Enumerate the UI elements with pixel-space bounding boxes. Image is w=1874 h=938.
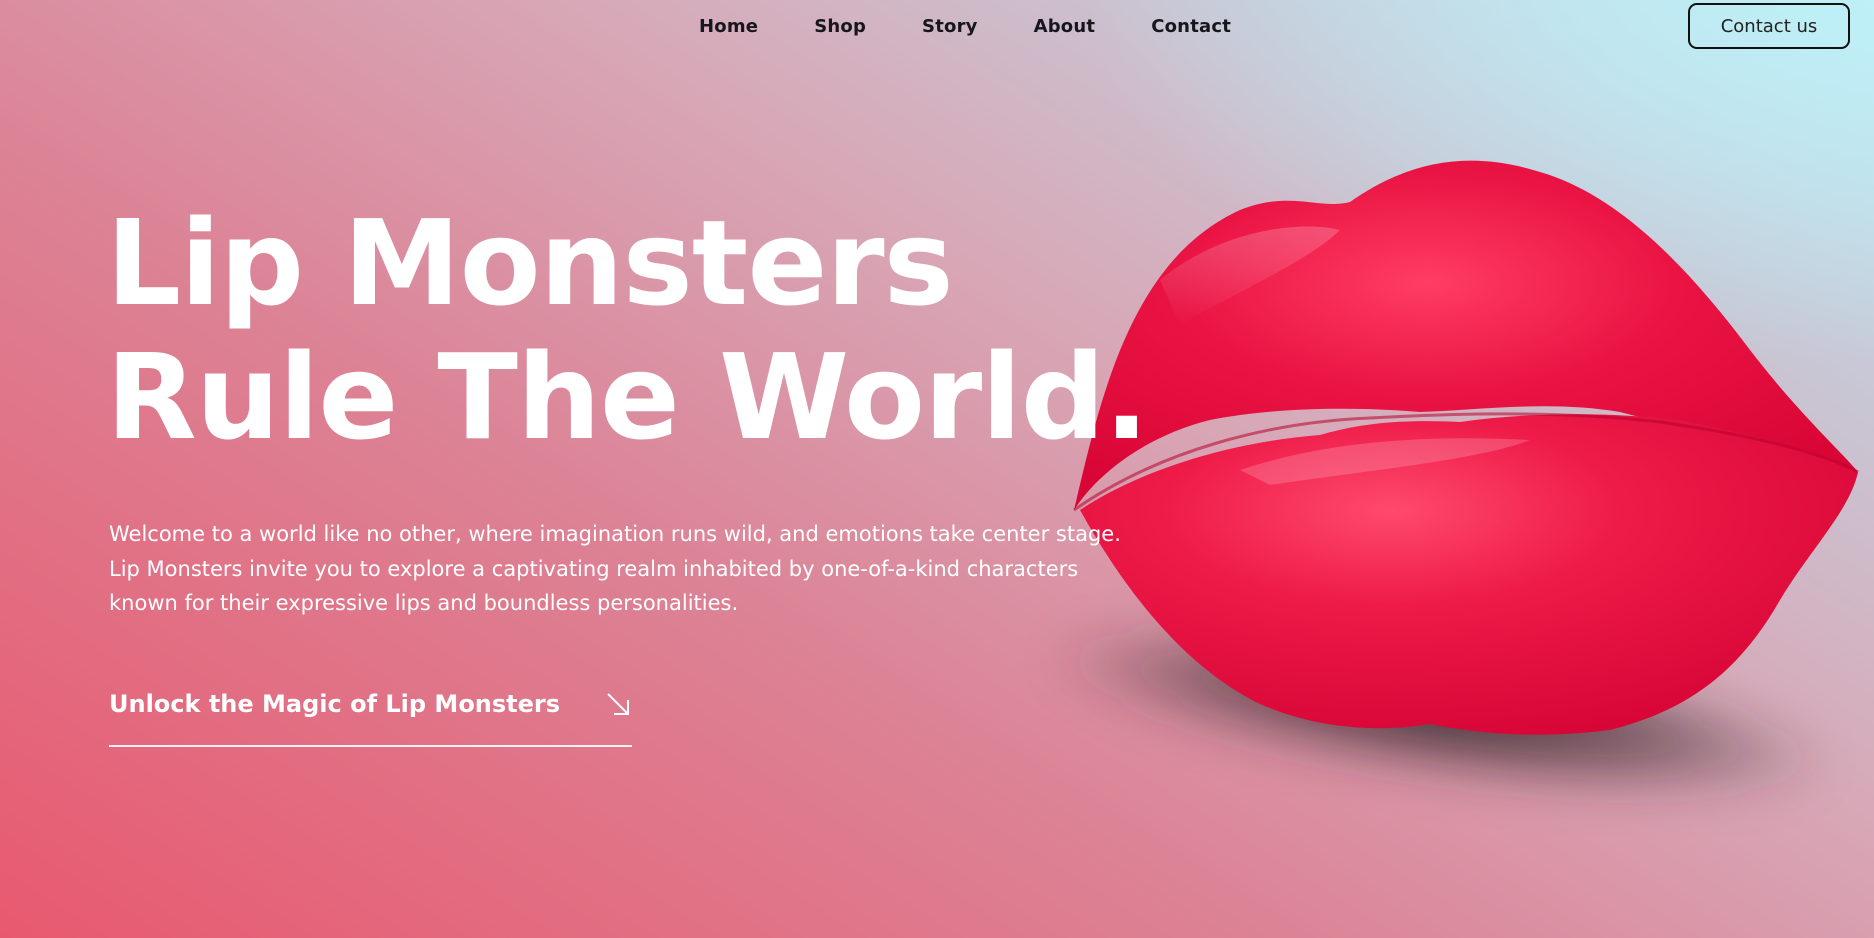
hero-title: Lip Monsters Rule The World.: [106, 194, 1149, 466]
hero-title-line-1: Lip Monsters: [106, 194, 954, 332]
hero-title-line-2: Rule The World.: [106, 328, 1149, 466]
contact-us-button[interactable]: Contact us: [1688, 3, 1850, 49]
nav-link-shop[interactable]: Shop: [814, 15, 866, 39]
landing-page: Home Shop Story About Contact Contact us: [0, 0, 1874, 938]
nav-link-home[interactable]: Home: [699, 15, 758, 39]
nav-link-story[interactable]: Story: [922, 15, 978, 39]
hero-description: Welcome to a world like no other, where …: [109, 517, 1249, 621]
hero-description-line-2: Lip Monsters invite you to explore a cap…: [109, 556, 1079, 581]
arrow-down-right-icon: [607, 693, 629, 715]
nav-link-about[interactable]: About: [1034, 15, 1096, 39]
hero-description-line-3: known for their expressive lips and boun…: [109, 591, 739, 615]
nav-link-contact[interactable]: Contact: [1151, 15, 1231, 39]
hero-description-line-1: Welcome to a world like no other, where …: [109, 522, 1121, 546]
main-nav: Home Shop Story About Contact: [699, 15, 1231, 39]
unlock-magic-link[interactable]: Unlock the Magic of Lip Monsters: [109, 685, 632, 747]
cta-label: Unlock the Magic of Lip Monsters: [109, 690, 561, 718]
